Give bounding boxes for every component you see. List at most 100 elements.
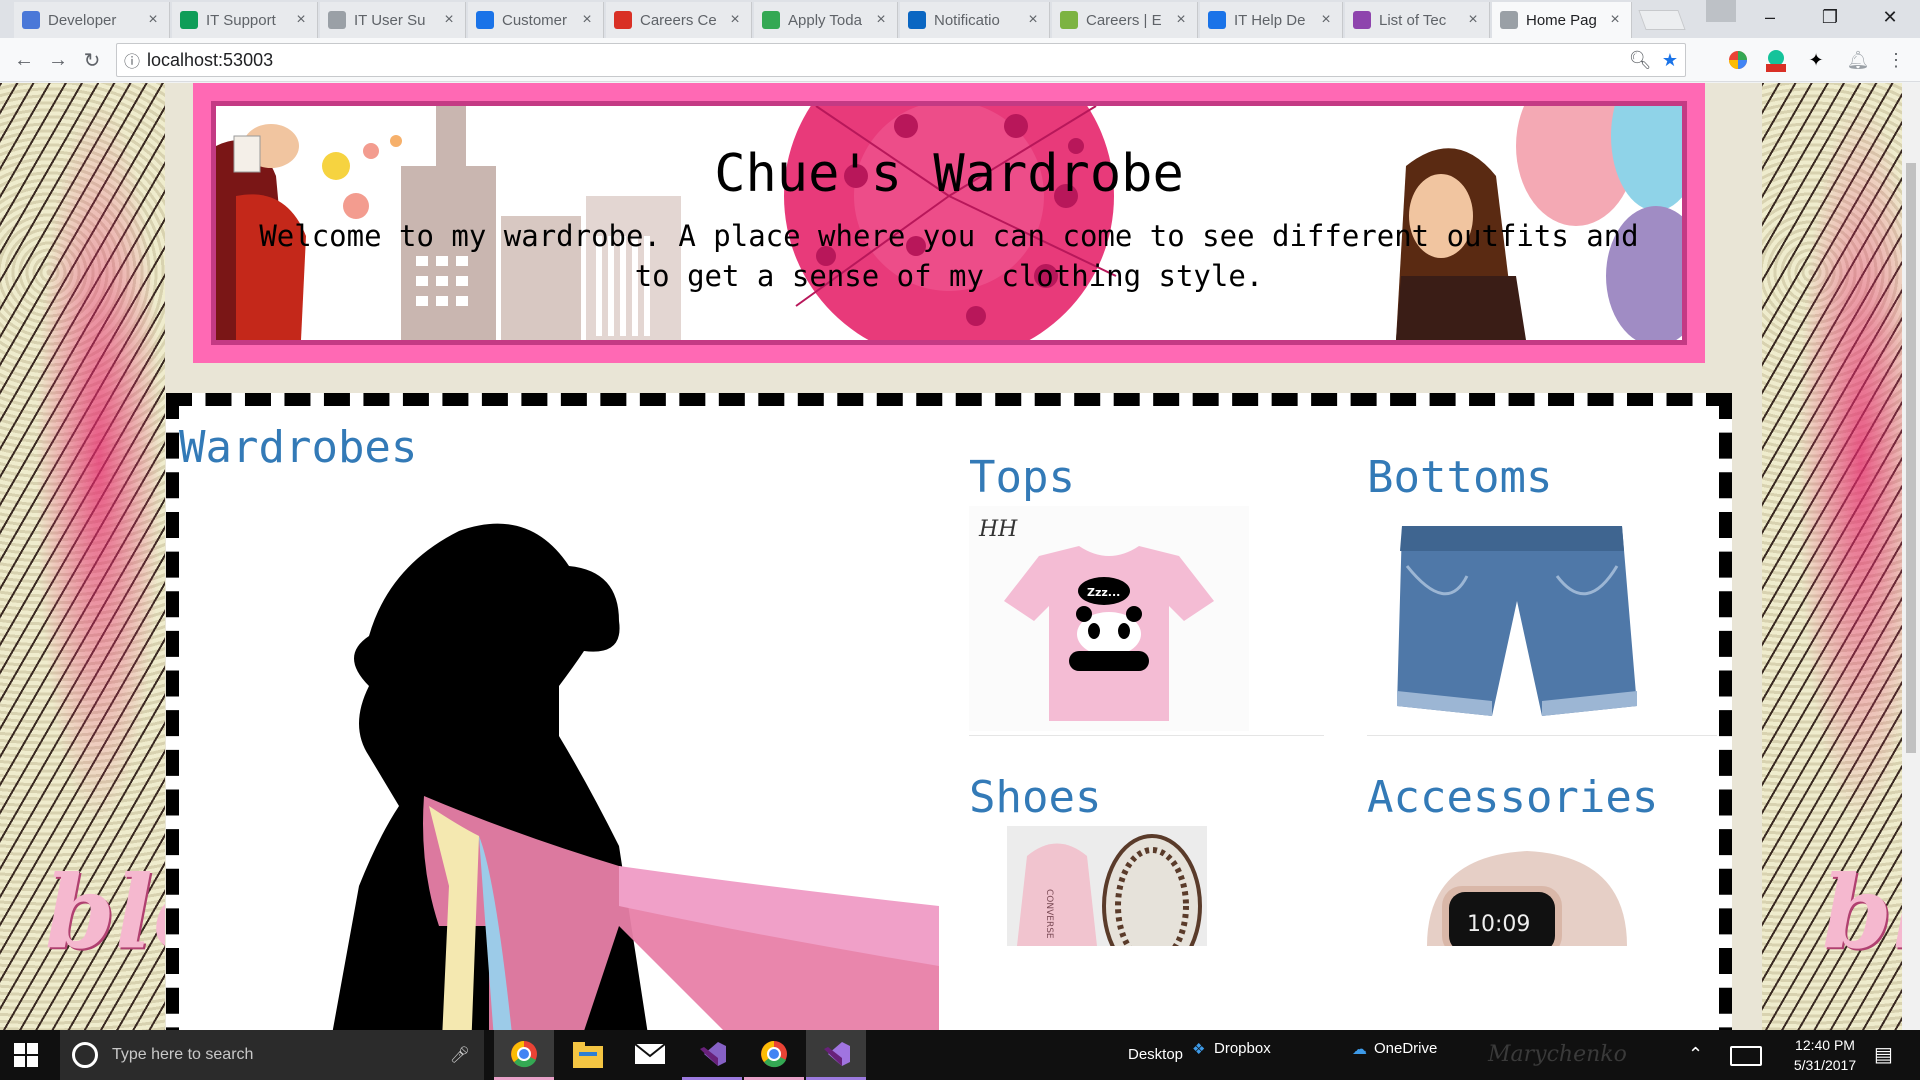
side-script-text: ble [1822,853,1902,971]
url-text[interactable]: localhost:53003 [147,50,1625,71]
browser-tab[interactable]: Notificatio × [900,2,1050,38]
tab-label: Developer [48,11,117,29]
category-heading-shoes[interactable]: Shoes [969,772,1101,823]
clock-date[interactable]: 5/31/2017 [1780,1057,1870,1073]
silhouette-image[interactable] [239,506,939,1030]
browser-tab[interactable]: Developer × [14,2,170,38]
grammarly-extension-icon[interactable] [1764,48,1788,72]
taskbar-visual-studio-icon-2[interactable] [806,1030,866,1080]
tab-close-icon[interactable]: × [727,11,743,29]
minimize-icon[interactable]: – [1740,0,1800,34]
page-scrollbar[interactable] [1902,83,1920,1030]
tab-close-icon[interactable]: × [1318,11,1334,29]
content-panel: Wardrobes Tops HH Zzz... Bottoms Shoes C… [166,393,1732,1030]
browser-tab[interactable]: Home Pag × [1492,2,1632,38]
facebook-icon [22,11,40,29]
browser-tab[interactable]: Apply Toda × [754,2,898,38]
tab-close-icon[interactable]: × [1025,11,1041,29]
tab-label: List of Tec [1379,11,1447,29]
windows-start-icon[interactable] [14,1043,38,1067]
tee-brand-logo: HH [978,517,1018,542]
category-heading-tops[interactable]: Tops [969,452,1075,503]
taskbar-chrome-icon[interactable] [494,1030,554,1080]
page-icon [1500,11,1518,29]
watch-time-text: 10:09 [1467,912,1530,937]
show-hidden-icons-icon[interactable]: ⌃ [1688,1044,1703,1065]
info-icon [614,11,632,29]
action-center-icon[interactable]: ▤ [1874,1042,1893,1067]
sheet-icon [180,11,198,29]
browser-tab[interactable]: IT Help De × [1200,2,1343,38]
forward-icon[interactable]: → [44,46,72,74]
extension-icon[interactable]: ✦ [1804,48,1828,72]
banner-illustration: Chue's Wardrobe Welcome to my wardrobe. … [216,106,1682,340]
tab-close-icon[interactable]: × [145,11,161,29]
notifications-icon[interactable]: 🔔︎ [1846,48,1870,72]
browser-tab-strip: Developer × IT Support × IT User Su × Customer… [0,0,1920,38]
tab-close-icon[interactable]: × [293,11,309,29]
close-window-icon[interactable]: ✕ [1860,0,1920,34]
bottoms-thumbnail[interactable] [1367,506,1667,731]
taskbar-visual-studio-icon[interactable] [682,1030,742,1080]
bookmark-star-icon[interactable]: ★ [1655,50,1685,71]
tab-close-icon[interactable]: × [873,11,889,29]
tab-close-icon[interactable]: × [441,11,457,29]
desktop-toolbar-label[interactable]: Desktop [1128,1046,1183,1063]
browser-tab[interactable]: Customer × [468,2,604,38]
color-wheel-extension-icon[interactable] [1726,48,1750,72]
dropbox-icon[interactable]: ❖ [1192,1040,1205,1058]
back-icon[interactable]: ← [10,46,38,74]
menu-icon[interactable]: ⋮ [1884,48,1908,72]
keyboard-icon[interactable] [1730,1046,1762,1066]
tab-close-icon[interactable]: × [579,11,595,29]
browser-tab[interactable]: Careers | E × [1052,2,1198,38]
microphone-icon[interactable]: 🎤︎ [450,1045,470,1065]
side-decoration-right: ble [1762,83,1902,1030]
browser-tab[interactable]: IT Support × [172,2,318,38]
taskbar-chrome-icon-2[interactable] [744,1030,804,1080]
zoom-icon[interactable]: 🔍︎ [1625,50,1655,71]
taskbar-mail-icon[interactable] [620,1042,680,1068]
wallpaper-watermark: Marychenko [1488,1042,1627,1067]
taskbar-search-box[interactable]: Type here to search 🎤︎ [60,1030,484,1080]
checkbox-icon [476,11,494,29]
category-card-accessories[interactable]: 10:09 [1367,826,1717,946]
taskbar-file-explorer-icon[interactable] [558,1042,618,1068]
tab-label: Customer [502,11,568,29]
tab-close-icon[interactable]: × [1173,11,1189,29]
maximize-icon[interactable]: ❐ [1800,0,1860,34]
scrollbar-thumb[interactable] [1906,163,1916,753]
clock-time[interactable]: 12:40 PM [1780,1037,1870,1053]
web-page: ble ble [0,83,1902,1030]
tab-label: Careers Ce [640,11,717,29]
tee-speech-text: Zzz... [1087,586,1120,599]
tab-close-icon[interactable]: × [1607,11,1623,29]
browser-tab[interactable]: List of Tec × [1345,2,1490,38]
linkedin-icon [908,11,926,29]
dropbox-label[interactable]: Dropbox [1214,1040,1271,1057]
new-tab-button[interactable] [1638,10,1686,30]
category-card-tops[interactable]: HH Zzz... [969,506,1324,736]
header-banner: Chue's Wardrobe Welcome to my wardrobe. … [193,83,1705,363]
onedrive-label[interactable]: OneDrive [1374,1040,1437,1057]
category-card-shoes[interactable]: CONVERSE [969,826,1324,946]
category-card-bottoms[interactable] [1367,506,1717,736]
profile-button[interactable] [1706,0,1736,22]
browser-tab[interactable]: IT User Su × [320,2,466,38]
info-icon[interactable]: ⓘ [117,48,147,72]
side-script-text: ble [45,853,165,971]
onedrive-icon[interactable]: ☁ [1352,1040,1367,1058]
address-bar[interactable]: ⓘ localhost:53003 🔍︎ ★ [116,43,1686,77]
tab-label: Notificatio [934,11,1000,29]
tab-close-icon[interactable]: × [1465,11,1481,29]
browser-toolbar: ← → ↻ ⓘ localhost:53003 🔍︎ ★ ✦ 🔔︎ ⋮ [0,38,1920,82]
category-heading-accessories[interactable]: Accessories [1367,772,1658,823]
browser-tab[interactable]: Careers Ce × [606,2,752,38]
page-title: Chue's Wardrobe [714,144,1184,204]
category-heading-bottoms[interactable]: Bottoms [1367,452,1552,503]
shoes-thumbnail[interactable]: CONVERSE [1007,826,1207,946]
accessories-thumbnail[interactable]: 10:09 [1397,826,1647,946]
page-subtitle: Welcome to my wardrobe. A place where yo… [259,219,1639,293]
tops-thumbnail[interactable]: HH Zzz... [969,506,1249,731]
reload-icon[interactable]: ↻ [78,46,106,74]
